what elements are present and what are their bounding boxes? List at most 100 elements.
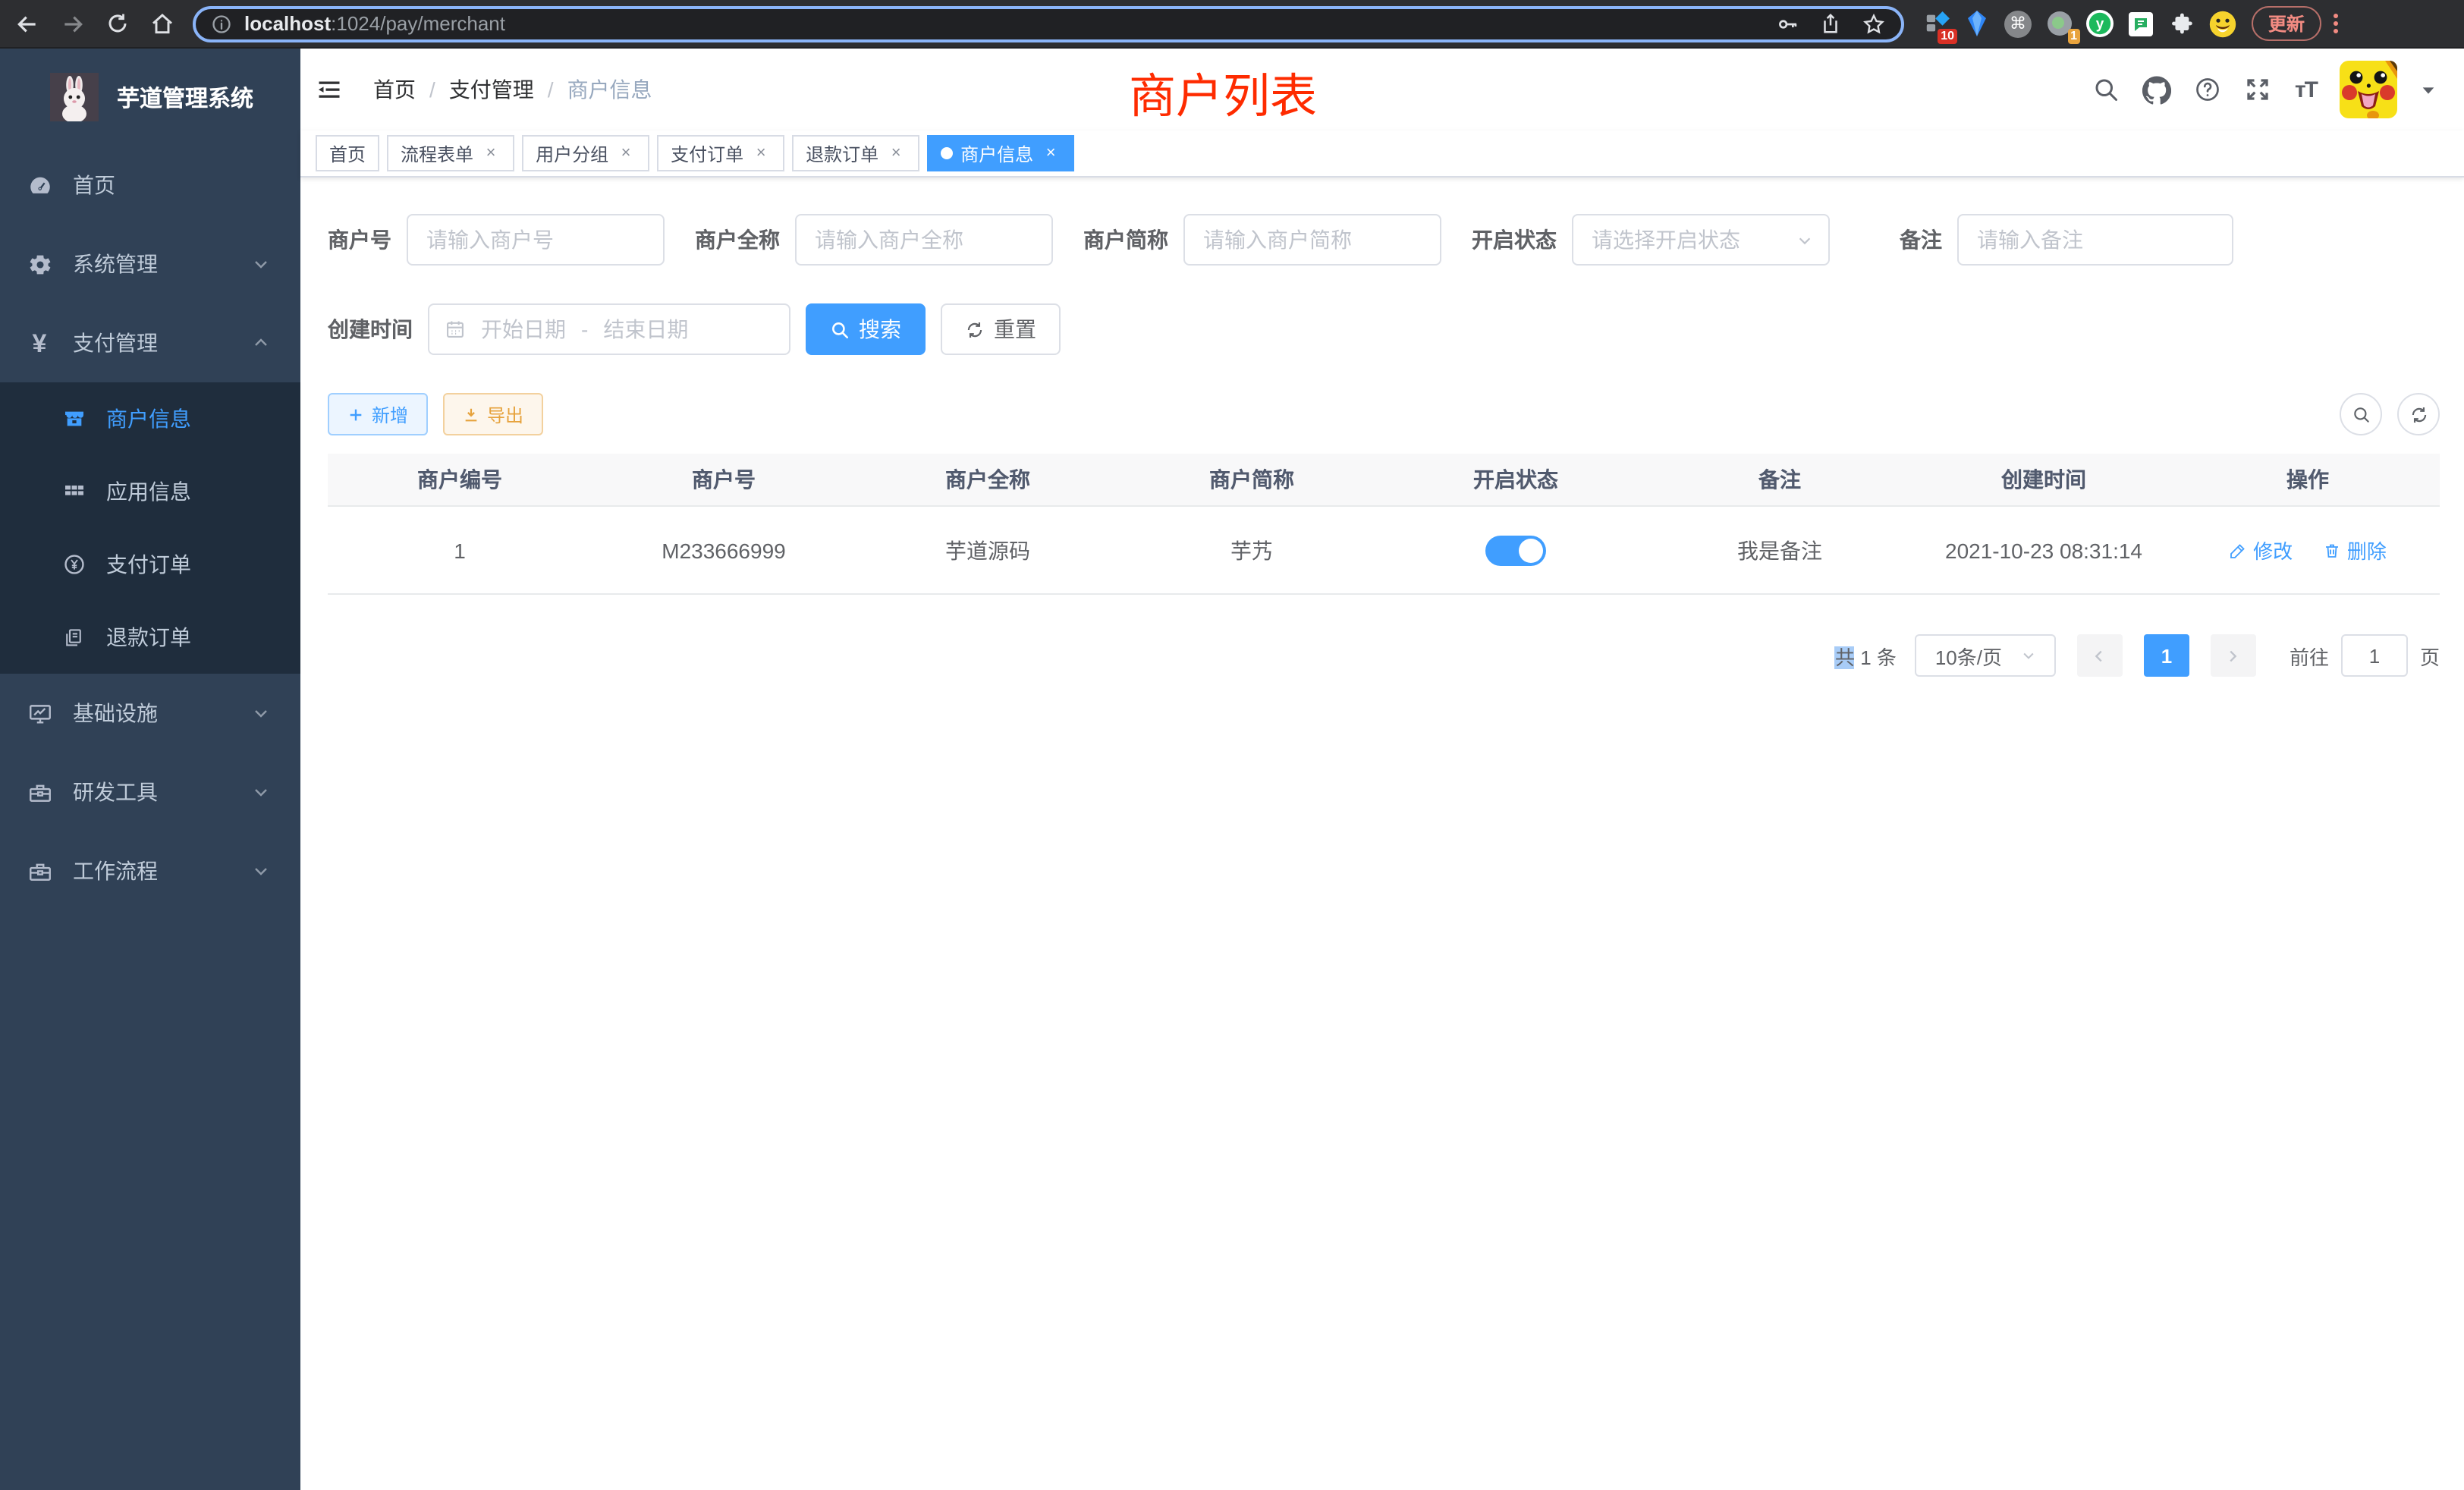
- short-name-input[interactable]: [1183, 214, 1441, 266]
- sidebar-item-label: 退款订单: [106, 622, 191, 652]
- date-range-picker[interactable]: 开始日期 - 结束日期: [428, 303, 790, 355]
- sidebar-item-merchant-info[interactable]: 商户信息: [0, 382, 300, 455]
- fullscreen-icon[interactable]: [2245, 76, 2272, 103]
- remark-input[interactable]: [1957, 214, 2233, 266]
- extension-status-icon[interactable]: 1: [2045, 10, 2073, 37]
- col-merchant-no: 商户号: [592, 454, 856, 506]
- close-icon[interactable]: ×: [481, 143, 501, 163]
- svg-text:y: y: [2096, 17, 2104, 33]
- bookmark-star-icon[interactable]: [1862, 11, 1886, 36]
- caret-down-icon[interactable]: [2420, 81, 2437, 98]
- sidebar-item-devtools[interactable]: 研发工具: [0, 753, 300, 831]
- full-name-label: 商户全称: [695, 225, 780, 255]
- refresh-table-button[interactable]: [2397, 393, 2440, 435]
- browser-update-button[interactable]: 更新: [2252, 6, 2321, 41]
- sidebar: 芋道管理系统 首页 系统管理 ¥ 支付管理 商户信息: [0, 49, 300, 1490]
- search-icon: [830, 319, 850, 339]
- chevron-down-icon: [252, 862, 270, 880]
- back-icon[interactable]: [15, 11, 39, 36]
- extensions-puzzle-icon[interactable]: [2168, 10, 2195, 37]
- help-icon[interactable]: [2195, 76, 2222, 103]
- sidebar-item-home[interactable]: 首页: [0, 146, 300, 225]
- browser-menu-icon[interactable]: [2334, 14, 2338, 33]
- extension-cmd-icon[interactable]: ⌘: [2004, 10, 2032, 37]
- cell-merchant-id: 1: [328, 506, 592, 594]
- extension-gem-icon[interactable]: [1963, 10, 1991, 37]
- sidebar-item-label: 支付订单: [106, 549, 191, 580]
- sidebar-item-label: 基础设施: [73, 698, 158, 728]
- pagination: 共 1 条 10条/页 1 前往 页: [328, 634, 2440, 677]
- full-name-input[interactable]: [795, 214, 1053, 266]
- extension-apps-icon[interactable]: 10: [1922, 10, 1950, 37]
- extension-badge: 10: [1938, 28, 1957, 43]
- tab-user-group[interactable]: 用户分组×: [522, 135, 649, 171]
- sidebar-item-system[interactable]: 系统管理: [0, 225, 300, 303]
- extension-v-icon[interactable]: y: [2086, 10, 2114, 37]
- gear-icon: [26, 251, 53, 277]
- breadcrumb-pay[interactable]: 支付管理: [449, 74, 534, 105]
- breadcrumb-home[interactable]: 首页: [373, 74, 416, 105]
- filter-row-2: 创建时间 开始日期 - 结束日期 搜索 重置: [328, 303, 2440, 355]
- search-button[interactable]: 搜索: [806, 303, 926, 355]
- document-copy-icon: [61, 626, 86, 649]
- share-icon[interactable]: [1819, 12, 1842, 35]
- close-icon[interactable]: ×: [1041, 143, 1061, 163]
- col-merchant-id: 商户编号: [328, 454, 592, 506]
- user-avatar[interactable]: [2340, 61, 2397, 118]
- browser-extensions: 10 ⌘ 1 y: [1922, 10, 2236, 37]
- reset-button[interactable]: 重置: [941, 303, 1061, 355]
- status-toggle[interactable]: [1485, 535, 1546, 565]
- url-text[interactable]: localhost:1024/pay/merchant: [244, 12, 505, 35]
- tab-home[interactable]: 首页: [316, 135, 379, 171]
- page-number-button[interactable]: 1: [2144, 634, 2189, 677]
- delete-link[interactable]: 删除: [2323, 536, 2387, 564]
- goto-page-input[interactable]: [2341, 634, 2408, 677]
- github-icon[interactable]: [2143, 75, 2172, 104]
- url-bar[interactable]: localhost:1024/pay/merchant: [193, 5, 1904, 42]
- extension-chat-icon[interactable]: [2127, 10, 2154, 37]
- close-icon[interactable]: ×: [886, 143, 906, 163]
- page-jumper: 前往 页: [2290, 634, 2440, 677]
- tab-process-form[interactable]: 流程表单×: [387, 135, 514, 171]
- close-icon[interactable]: ×: [751, 143, 771, 163]
- emoji-extension-icon[interactable]: [2209, 10, 2236, 37]
- tab-refund-order[interactable]: 退款订单×: [792, 135, 919, 171]
- merchant-no-input[interactable]: [407, 214, 665, 266]
- prev-page-button[interactable]: [2077, 634, 2123, 677]
- add-button[interactable]: 新增: [328, 393, 428, 435]
- sidebar-item-app-info[interactable]: 应用信息: [0, 455, 300, 528]
- reload-icon[interactable]: [106, 12, 129, 35]
- table-row: 1 M233666999 芋道源码 芋艿 我是备注 2021-10-23 08:…: [328, 506, 2440, 594]
- site-info-icon[interactable]: [211, 13, 232, 34]
- sidebar-item-label: 应用信息: [106, 476, 191, 507]
- search-icon[interactable]: [2093, 76, 2120, 103]
- sidebar-item-pay[interactable]: ¥ 支付管理: [0, 303, 300, 382]
- sidebar-item-infra[interactable]: 基础设施: [0, 674, 300, 753]
- export-button[interactable]: 导出: [443, 393, 543, 435]
- home-icon[interactable]: [150, 11, 174, 36]
- page-size-select[interactable]: 10条/页: [1915, 634, 2056, 677]
- close-icon[interactable]: ×: [616, 143, 636, 163]
- show-search-button[interactable]: [2340, 393, 2382, 435]
- status-select[interactable]: 请选择开启状态: [1572, 214, 1830, 266]
- col-actions: 操作: [2176, 454, 2440, 506]
- cell-remark: 我是备注: [1648, 506, 1912, 594]
- sidebar-collapse-icon[interactable]: [316, 76, 343, 103]
- edit-link[interactable]: 修改: [2229, 536, 2293, 564]
- sidebar-item-refund-order[interactable]: 退款订单: [0, 601, 300, 674]
- forward-icon[interactable]: [61, 11, 85, 36]
- goto-label: 前往: [2290, 641, 2329, 670]
- sidebar-item-workflow[interactable]: 工作流程: [0, 831, 300, 910]
- next-page-button[interactable]: [2211, 634, 2256, 677]
- tab-merchant-info[interactable]: 商户信息×: [927, 135, 1074, 171]
- table-toolbar: 新增 导出: [328, 393, 2440, 435]
- password-key-icon[interactable]: [1775, 11, 1799, 36]
- sidebar-logo[interactable]: 芋道管理系统: [0, 49, 300, 146]
- col-created: 创建时间: [1912, 454, 2176, 506]
- cell-created: 2021-10-23 08:31:14: [1912, 506, 2176, 594]
- sidebar-item-label: 商户信息: [106, 404, 191, 434]
- tab-pay-order[interactable]: 支付订单×: [657, 135, 784, 171]
- sidebar-item-pay-order[interactable]: 支付订单: [0, 528, 300, 601]
- breadcrumb-separator: /: [548, 77, 554, 102]
- font-size-icon[interactable]: ᴛT: [2295, 77, 2317, 102]
